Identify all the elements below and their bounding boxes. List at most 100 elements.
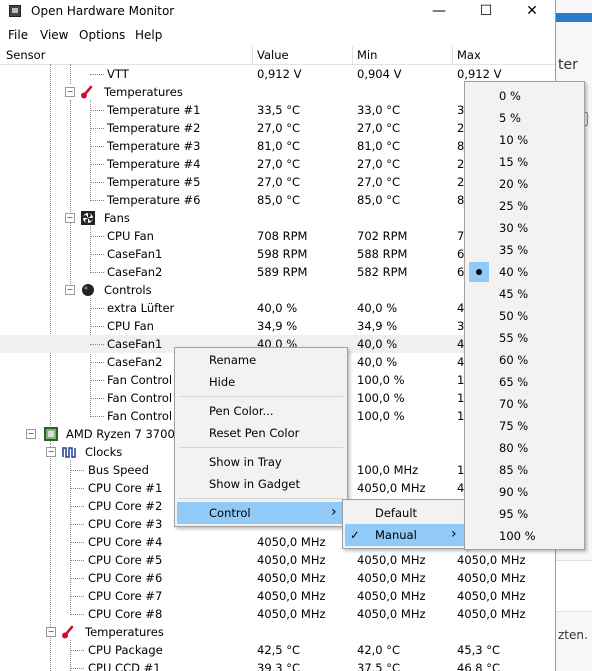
menu-item-label: Control — [209, 506, 251, 520]
sensor-row[interactable]: CPU Core #5 4050,0 MHz 4050,0 MHz 4050,0… — [0, 551, 555, 569]
sensor-max: 4050,0 MHz — [457, 571, 526, 585]
sensor-min: 34,9 % — [357, 319, 398, 333]
collapse-toggle[interactable]: − — [65, 87, 75, 97]
column-max[interactable]: Max — [457, 48, 481, 62]
menu-item-control[interactable]: Control › — [177, 502, 345, 524]
thermometer-icon — [62, 625, 74, 639]
menu-item-default[interactable]: Default — [345, 502, 465, 524]
percent-option[interactable]: 0 % — [467, 85, 582, 107]
collapse-toggle[interactable]: − — [46, 447, 56, 457]
percent-option[interactable]: 80 % — [467, 437, 582, 459]
percent-option[interactable]: 40 % — [467, 261, 582, 283]
percent-option[interactable]: 95 % — [467, 503, 582, 525]
menu-view[interactable]: View — [40, 28, 68, 42]
sensor-label: Bus Speed — [88, 463, 149, 477]
column-divider[interactable] — [452, 46, 453, 64]
percent-option[interactable]: 65 % — [467, 371, 582, 393]
group-row-cpu-temperatures[interactable]: − Temperatures — [0, 623, 555, 641]
collapse-toggle[interactable]: − — [26, 429, 36, 439]
menu-help[interactable]: Help — [135, 28, 162, 42]
menu-item-rename[interactable]: Rename — [177, 349, 345, 371]
column-value[interactable]: Value — [257, 48, 289, 62]
menu-item-hide[interactable]: Hide — [177, 371, 345, 393]
menu-options[interactable]: Options — [79, 28, 125, 42]
sensor-value: 4050,0 MHz — [257, 607, 326, 621]
menu-item-show-in-tray[interactable]: Show in Tray — [177, 451, 345, 473]
menu-file[interactable]: File — [8, 28, 28, 42]
percent-option-label: 25 % — [499, 199, 529, 213]
percent-option[interactable]: 45 % — [467, 283, 582, 305]
percent-option[interactable]: 25 % — [467, 195, 582, 217]
sensor-row[interactable]: CPU Core #8 4050,0 MHz 4050,0 MHz 4050,0… — [0, 605, 555, 623]
percent-option[interactable]: 55 % — [467, 327, 582, 349]
percent-option[interactable]: 10 % — [467, 129, 582, 151]
sensor-min: 40,0 % — [357, 337, 398, 351]
thermometer-icon — [81, 85, 93, 99]
sensor-max: 4050,0 MHz — [457, 589, 526, 603]
sensor-min: 100,0 % — [357, 373, 405, 387]
percent-option[interactable]: 90 % — [467, 481, 582, 503]
column-divider[interactable] — [252, 46, 253, 64]
collapse-toggle[interactable]: − — [65, 285, 75, 295]
menu-item-label: Show in Tray — [209, 455, 282, 469]
percent-option-label: 50 % — [499, 309, 529, 323]
percent-option[interactable]: 85 % — [467, 459, 582, 481]
percent-option[interactable]: 5 % — [467, 107, 582, 129]
menu-separator — [179, 447, 343, 448]
percent-option[interactable]: 60 % — [467, 349, 582, 371]
sensor-label: Temperature #4 — [107, 157, 201, 171]
sensor-label: CaseFan1 — [107, 337, 163, 351]
sensor-min: 40,0 % — [357, 301, 398, 315]
column-divider[interactable] — [352, 46, 353, 64]
sensor-value: 0,912 V — [257, 67, 302, 81]
sensor-value: 4050,0 MHz — [257, 589, 326, 603]
percent-option[interactable]: 75 % — [467, 415, 582, 437]
maximize-button[interactable]: ☐ — [463, 0, 509, 24]
sensor-min: 588 RPM — [357, 247, 408, 261]
fan-icon — [81, 211, 95, 225]
percent-option[interactable]: 20 % — [467, 173, 582, 195]
sensor-label: CPU Core #4 — [88, 535, 163, 549]
percent-option[interactable]: 50 % — [467, 305, 582, 327]
menu-item-reset-pen-color[interactable]: Reset Pen Color — [177, 422, 345, 444]
menu-item-pen-color[interactable]: Pen Color... — [177, 400, 345, 422]
sensor-label: CaseFan2 — [107, 355, 163, 369]
menu-bar: File View Options Help — [0, 26, 555, 46]
window-title: Open Hardware Monitor — [31, 4, 175, 18]
hardware-label: AMD Ryzen 7 3700X — [66, 427, 183, 441]
sensor-row[interactable]: CPU Core #7 4050,0 MHz 4050,0 MHz 4050,0… — [0, 587, 555, 605]
sensor-min: 4050,0 MHz — [357, 553, 426, 567]
percent-option-label: 65 % — [499, 375, 529, 389]
menu-item-show-in-gadget[interactable]: Show in Gadget — [177, 473, 345, 495]
minimize-button[interactable]: — — [416, 0, 462, 24]
sensor-row[interactable]: CPU Core #6 4050,0 MHz 4050,0 MHz 4050,0… — [0, 569, 555, 587]
group-label: Fans — [104, 211, 130, 225]
sensor-row[interactable]: CPU Package 42,5 °C 42,0 °C 45,3 °C — [0, 641, 555, 659]
sensor-label: CPU Fan — [107, 229, 154, 243]
background-accent-bar — [556, 13, 592, 22]
percent-option[interactable]: 35 % — [467, 239, 582, 261]
percent-option[interactable]: 70 % — [467, 393, 582, 415]
submenu-arrow-icon: › — [331, 504, 337, 520]
collapse-toggle[interactable]: − — [46, 627, 56, 637]
column-min[interactable]: Min — [357, 48, 377, 62]
close-button[interactable]: ✕ — [509, 0, 555, 24]
percent-option[interactable]: 15 % — [467, 151, 582, 173]
percent-option[interactable]: 30 % — [467, 217, 582, 239]
sensor-label: CPU Fan — [107, 319, 154, 333]
sensor-max: 4050,0 MHz — [457, 553, 526, 567]
radio-selected-icon — [469, 262, 489, 282]
percent-option-label: 70 % — [499, 397, 529, 411]
percent-option[interactable]: 100 % — [467, 525, 582, 547]
collapse-toggle[interactable]: − — [65, 213, 75, 223]
sensor-value: 39,3 °C — [257, 661, 301, 671]
sensor-row[interactable]: CPU CCD #1 39,3 °C 37,5 °C 46,8 °C — [0, 659, 555, 671]
column-sensor[interactable]: Sensor — [6, 48, 45, 62]
sensor-value: 27,0 °C — [257, 157, 301, 171]
sensor-label: extra Lüfter — [107, 301, 175, 315]
sensor-value: 85,0 °C — [257, 193, 301, 207]
title-bar[interactable]: Open Hardware Monitor — ☐ ✕ — [0, 0, 555, 24]
sensor-value: 598 RPM — [257, 247, 308, 261]
column-header: Sensor Value Min Max — [0, 46, 555, 65]
menu-item-manual[interactable]: ✓ Manual › — [345, 524, 465, 546]
